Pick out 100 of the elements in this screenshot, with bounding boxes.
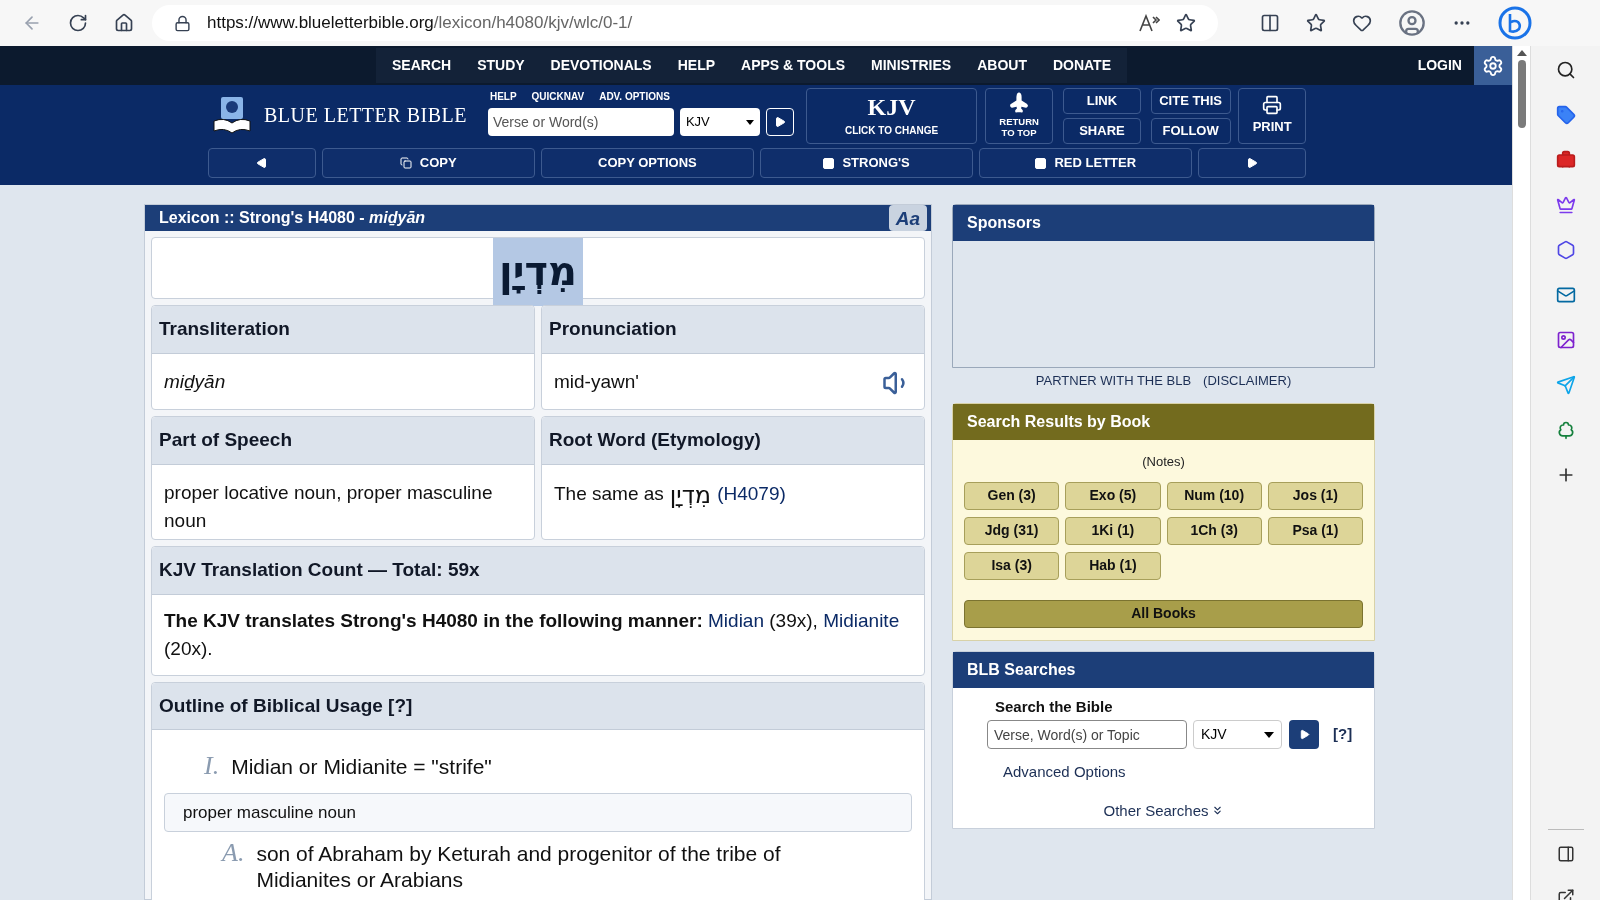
panel-header: Search Results by Book xyxy=(953,404,1374,440)
return-to-top-button[interactable]: RETURN TO TOP xyxy=(985,88,1053,144)
book-result-button[interactable]: Jos (1) xyxy=(1267,481,1363,510)
image-icon[interactable] xyxy=(1555,330,1576,350)
card-heading: Root Word (Etymology) xyxy=(542,417,924,465)
nav-link[interactable]: STUDY xyxy=(465,55,537,76)
header-action-button[interactable]: LINK xyxy=(1062,88,1141,114)
notes-link[interactable]: (Notes) xyxy=(1142,452,1185,472)
dropdown-caret-icon xyxy=(745,119,754,125)
translation-sentence: The KJV translates Strong's H4080 in the following manner: Midian (39x), Midianite (20x). xyxy=(163,608,901,661)
checkbox[interactable] xyxy=(823,157,835,169)
word-link[interactable]: Midianite xyxy=(823,609,900,631)
strongs-link[interactable]: (H4079) xyxy=(717,480,786,509)
card-text: The same as xyxy=(554,482,664,507)
home-icon[interactable] xyxy=(114,13,134,33)
nav-link[interactable]: MINISTRIES xyxy=(859,55,964,76)
panel-title: Lexicon :: Strong's H4080 - miḏyān xyxy=(159,208,426,228)
hexagon-icon[interactable] xyxy=(1555,240,1576,260)
toggle-button[interactable]: RED LETTER xyxy=(979,148,1193,178)
book-result-button[interactable]: Jdg (31) xyxy=(964,516,1060,545)
dropdown-caret-icon xyxy=(1264,731,1274,738)
help-link[interactable]: [?] xyxy=(1333,723,1353,746)
settings-button[interactable] xyxy=(1474,46,1512,85)
header-action-button[interactable]: CITE THIS xyxy=(1150,88,1231,114)
copy-options-button[interactable]: COPY OPTIONS xyxy=(540,148,754,178)
card-text: proper locative noun, proper masculine noun xyxy=(163,480,494,533)
split-screen-icon[interactable] xyxy=(1260,13,1280,33)
book-result-button[interactable]: Num (10) xyxy=(1166,481,1262,510)
search-label: Search the Bible xyxy=(994,696,1114,717)
other-searches-link[interactable]: Other Searches xyxy=(1103,799,1224,822)
copilot-icon[interactable] xyxy=(1498,6,1532,40)
search-field[interactable]: Verse or Word(s) xyxy=(487,108,674,136)
version-dropdown[interactable]: KJV xyxy=(1193,720,1282,749)
outline-numeral: I. xyxy=(204,750,220,782)
lock-icon xyxy=(174,14,191,32)
version-dropdown[interactable]: KJV xyxy=(679,108,760,136)
nav-link[interactable]: HELP xyxy=(665,55,728,76)
play-triangle-icon xyxy=(1298,729,1310,740)
quick-link[interactable]: HELP xyxy=(489,89,517,104)
book-result-button[interactable]: 1Ki (1) xyxy=(1065,516,1161,545)
nav-link[interactable]: DEVOTIONALS xyxy=(538,55,664,76)
nav-link[interactable]: ABOUT xyxy=(965,55,1039,76)
sidebar-toggle-icon[interactable] xyxy=(1556,845,1575,863)
header-action-button[interactable]: SHARE xyxy=(1062,118,1141,144)
advanced-options-link[interactable]: Advanced Options xyxy=(987,761,1374,784)
book-result-button[interactable]: Gen (3) xyxy=(964,481,1060,510)
nav-link[interactable]: DONATE xyxy=(1040,55,1123,76)
hebrew-headword: מִדְיָן xyxy=(493,238,583,306)
print-button[interactable]: PRINT xyxy=(1238,88,1306,144)
book-result-button[interactable]: 1Ch (3) xyxy=(1166,516,1262,545)
all-books-button[interactable]: All Books xyxy=(964,599,1363,628)
font-size-button[interactable]: Aa xyxy=(889,205,927,231)
favorites-icon[interactable] xyxy=(1306,13,1326,33)
toggle-button[interactable]: STRONG'S xyxy=(760,148,974,178)
bible-search-field[interactable]: Verse, Word(s) or Topic xyxy=(987,720,1187,749)
reload-icon[interactable] xyxy=(68,13,88,33)
word-link[interactable]: Midian xyxy=(708,609,764,631)
book-result-button[interactable]: Isa (3) xyxy=(964,551,1060,580)
card-heading: Pronunciation xyxy=(542,306,924,354)
login-link[interactable]: LOGIN xyxy=(1417,55,1462,76)
site-logo-text[interactable]: BLUE LETTER BIBLE xyxy=(264,100,467,130)
profile-icon[interactable] xyxy=(1398,9,1426,37)
read-aloud-icon[interactable] xyxy=(1138,14,1160,32)
quick-link[interactable]: ADV. OPTIONS xyxy=(599,89,670,104)
tag-icon[interactable] xyxy=(1555,105,1576,125)
part-of-speech-note: proper masculine noun xyxy=(164,793,912,832)
url-text: https://www.blueletterbible.org/lexicon/h4080/kjv/wlc/0-1/ xyxy=(207,12,634,35)
quick-link[interactable]: QUICKNAV xyxy=(531,89,585,104)
scrollbar[interactable] xyxy=(1512,46,1530,900)
copy-icon xyxy=(399,157,412,169)
header-action-button[interactable]: FOLLOW xyxy=(1150,118,1231,144)
book-result-button[interactable]: Psa (1) xyxy=(1267,516,1363,545)
search-go-button[interactable] xyxy=(1289,720,1319,749)
scroll-thumb[interactable] xyxy=(1517,60,1526,128)
partner-link[interactable]: PARTNER WITH THE BLB xyxy=(1035,371,1192,391)
book-result-button[interactable]: Exo (5) xyxy=(1065,481,1161,510)
search-icon[interactable] xyxy=(1555,60,1576,80)
nav-link[interactable]: APPS & TOOLS xyxy=(729,55,858,76)
panel-header: BLB Searches xyxy=(953,651,1374,688)
card-heading: Transliteration xyxy=(152,306,534,354)
disclaimer-link[interactable]: (DISCLAIMER) xyxy=(1203,371,1292,391)
address-bar[interactable]: https://www.blueletterbible.org/lexicon/h4080/kjv/wlc/0-1/ xyxy=(152,5,1218,41)
tree-icon[interactable] xyxy=(1555,420,1576,440)
card-text: miḏyān xyxy=(164,369,226,394)
card-text: mid-yawn' xyxy=(554,370,639,395)
outline-text: son of Abraham by Keturah and progenitor of the tribe of Midianites or Arabians xyxy=(256,841,782,893)
hebrew-root-link[interactable]: מִדְיָן xyxy=(669,476,712,513)
version-change-button[interactable]: KJV CLICK TO CHANGE xyxy=(805,88,978,144)
copy-button[interactable]: COPY xyxy=(321,148,535,178)
book-result-button[interactable]: Hab (1) xyxy=(1065,551,1161,580)
go-button[interactable] xyxy=(765,108,794,136)
external-link-icon[interactable] xyxy=(1556,888,1575,900)
nav-link[interactable]: SEARCH xyxy=(380,55,464,76)
mail-icon[interactable] xyxy=(1555,285,1576,305)
outline-letter: A. xyxy=(222,838,245,868)
favorite-star-icon[interactable] xyxy=(1176,13,1196,33)
checkbox[interactable] xyxy=(1035,157,1047,169)
panel-header: Sponsors xyxy=(953,205,1374,241)
toolbox-icon[interactable] xyxy=(1555,150,1576,170)
card-heading: Outline of Biblical Usage [?] xyxy=(152,682,924,730)
